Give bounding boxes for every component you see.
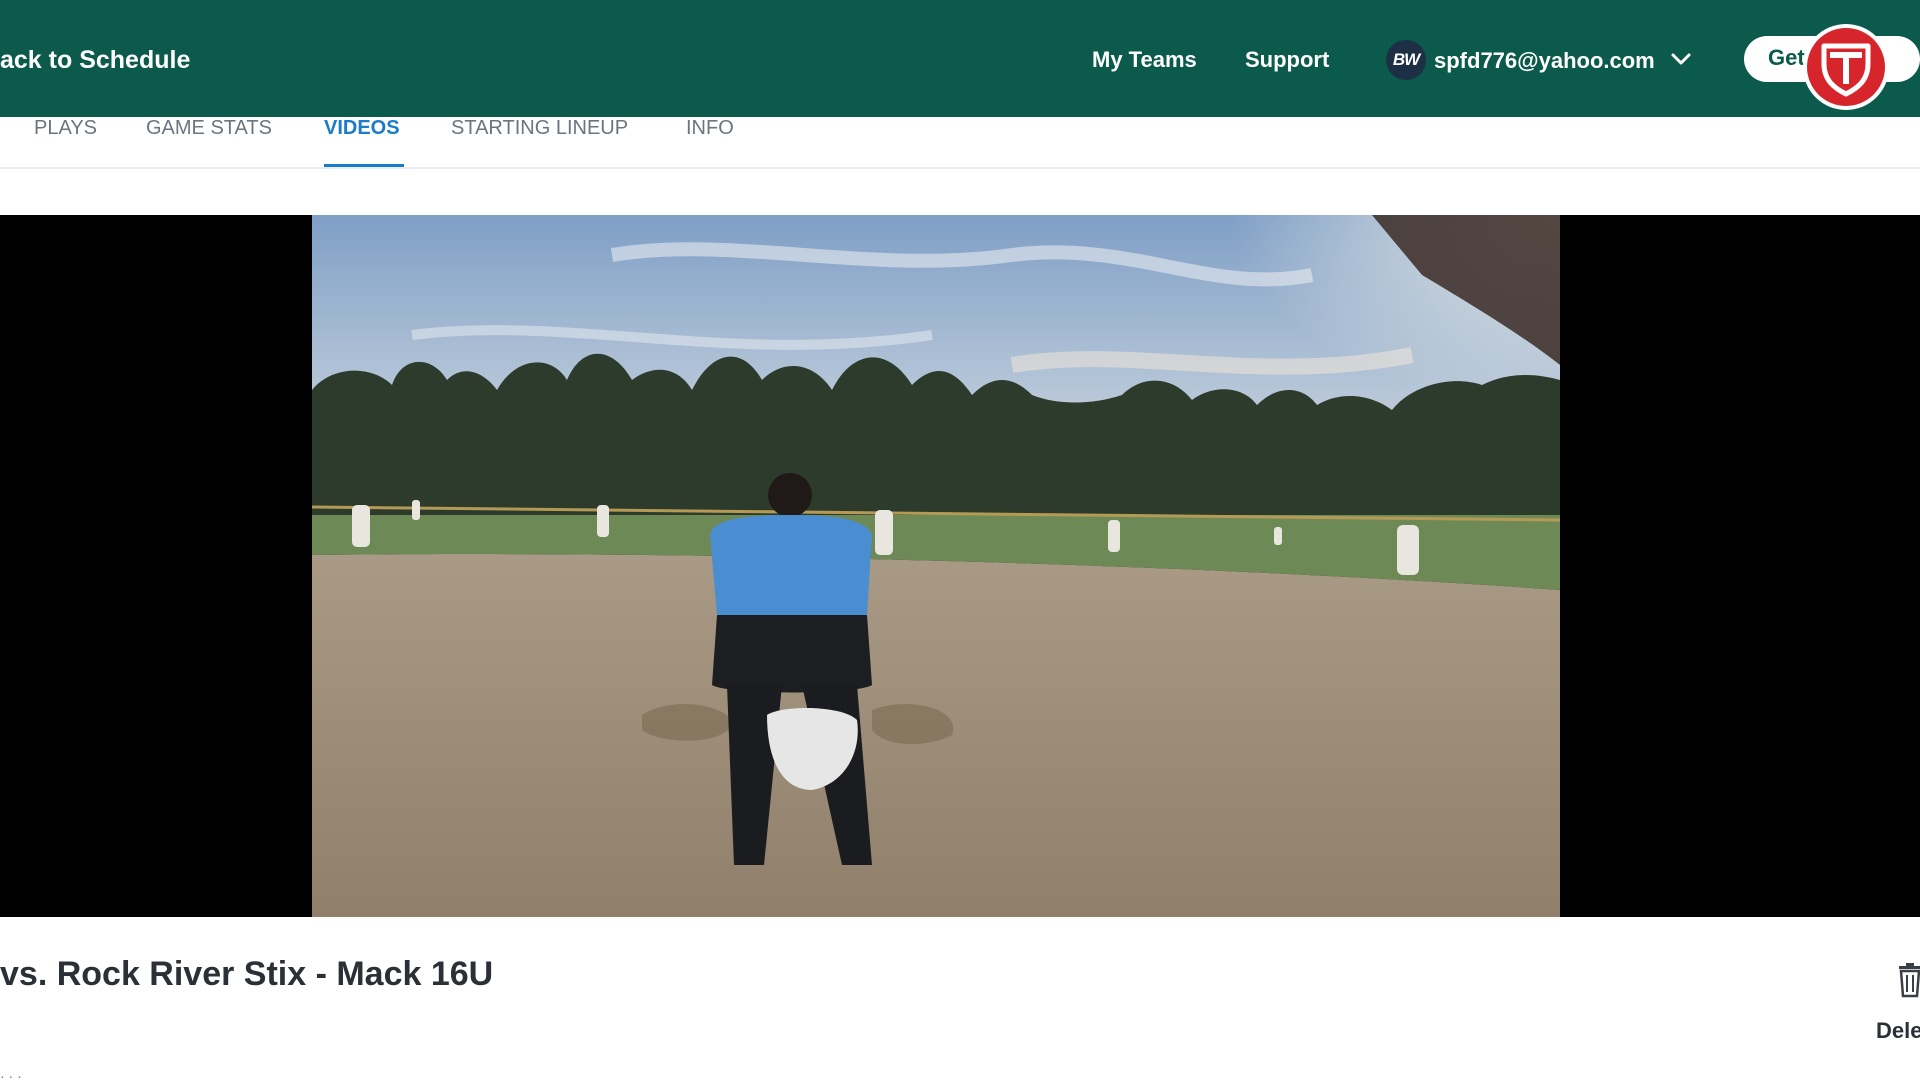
back-to-schedule-link[interactable]: ack to Schedule xyxy=(0,46,190,75)
tab-game-stats-label: GAME STATS xyxy=(146,117,272,139)
game-tabs: PLAYS GAME STATS VIDEOS STARTING LINEUP … xyxy=(0,117,1920,169)
nav-my-teams[interactable]: My Teams xyxy=(1092,47,1197,73)
tab-videos[interactable]: VIDEOS xyxy=(324,117,404,167)
game-title: vs. Rock River Stix - Mack 16U xyxy=(0,955,494,993)
get-app-button-label: Get xyxy=(1768,45,1805,70)
tab-plays-label: PLAYS xyxy=(34,117,97,139)
top-navigation-bar: ack to Schedule My Teams Support BW spfd… xyxy=(0,0,1920,117)
video-meta: · · · xyxy=(0,1068,22,1084)
video-player[interactable] xyxy=(0,215,1920,917)
delete-video-button[interactable]: Dele xyxy=(1876,1018,1920,1044)
video-frame-softball-field xyxy=(312,215,1560,917)
trash-icon[interactable] xyxy=(1896,962,1920,998)
tab-starting-lineup-label: STARTING LINEUP xyxy=(451,117,629,139)
tab-videos-label: VIDEOS xyxy=(324,117,400,139)
shield-logo-icon[interactable] xyxy=(1801,22,1891,112)
tab-info-label: INFO xyxy=(686,117,734,139)
user-email: spfd776@yahoo.com xyxy=(1434,48,1655,73)
nav-support[interactable]: Support xyxy=(1245,47,1329,73)
avatar: BW xyxy=(1386,40,1426,80)
active-tab-indicator xyxy=(324,164,404,167)
chevron-down-icon xyxy=(1671,53,1691,65)
